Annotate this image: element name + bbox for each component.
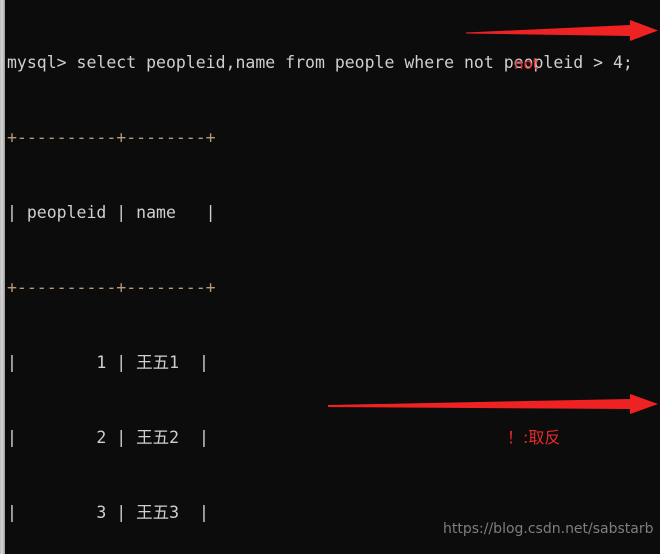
table-row: | 2 | 王五2 | bbox=[7, 428, 209, 447]
red-arrow-icon-not bbox=[466, 20, 658, 41]
terminal-line: +----------+--------+ bbox=[7, 128, 216, 147]
annotation-not: not bbox=[514, 55, 539, 73]
terminal-screenshot: mysql> select peopleid,name from people … bbox=[0, 0, 660, 554]
terminal-output[interactable]: mysql> select peopleid,name from people … bbox=[5, 0, 660, 554]
terminal-line: mysql> select peopleid,name from people … bbox=[7, 53, 633, 72]
table-row: | 1 | 王五1 | bbox=[7, 353, 209, 372]
watermark-url: https://blog.csdn.net/sabstarb bbox=[443, 521, 654, 537]
annotation-bang: ！:取反 bbox=[507, 428, 561, 447]
terminal-line: +----------+--------+ bbox=[7, 278, 216, 297]
terminal-line: | peopleid | name | bbox=[7, 203, 216, 222]
red-arrow-icon-bang bbox=[328, 394, 658, 414]
